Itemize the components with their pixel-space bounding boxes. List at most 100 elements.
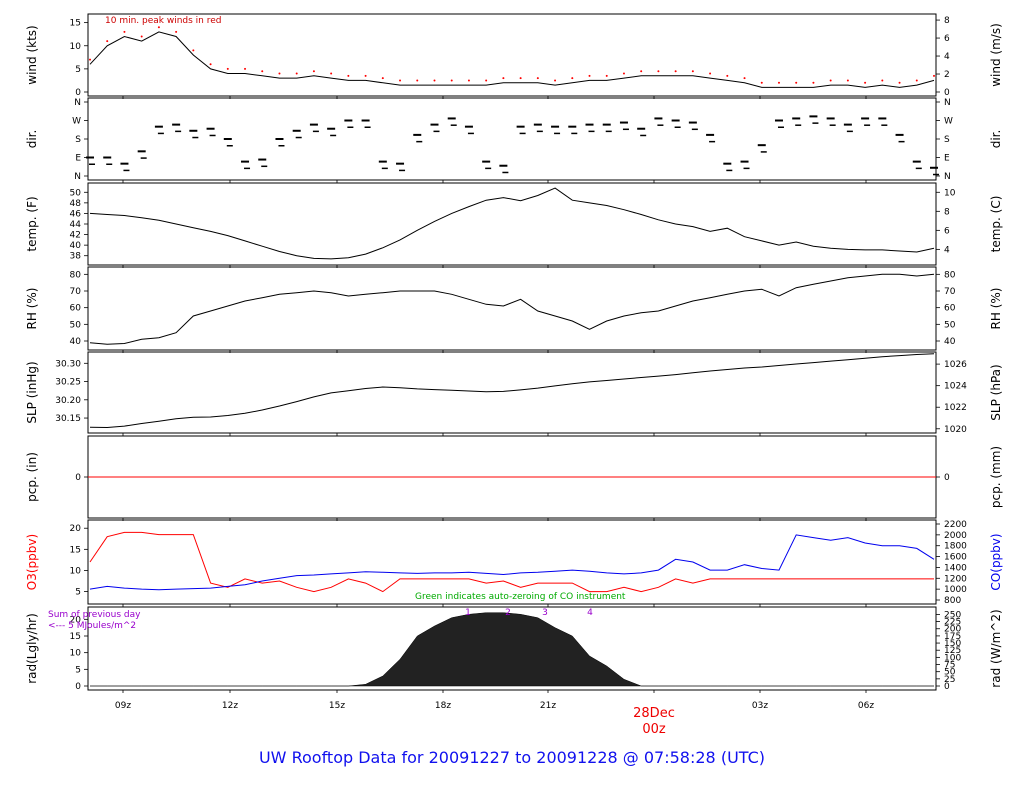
ylabel-right: pcp. (mm) bbox=[989, 446, 1003, 508]
peak-point bbox=[795, 81, 798, 84]
series-point bbox=[709, 140, 716, 143]
ylabel-right: CO(ppbv) bbox=[989, 533, 1003, 590]
ytick-label-left: 80 bbox=[70, 270, 82, 280]
ytick-label-right: 1022 bbox=[944, 403, 967, 413]
panel-slp bbox=[87, 351, 937, 434]
xtick-label: 09z bbox=[115, 701, 131, 711]
series-point bbox=[89, 163, 95, 165]
series-point bbox=[226, 145, 233, 147]
ylabel-left: wind (kts) bbox=[25, 25, 39, 84]
series-point bbox=[519, 132, 526, 135]
peak-point bbox=[812, 81, 815, 84]
series-point bbox=[399, 169, 406, 172]
peak-point bbox=[399, 79, 402, 82]
series-point bbox=[137, 150, 146, 153]
series-point bbox=[364, 126, 371, 128]
peak-point bbox=[450, 79, 453, 82]
series-point bbox=[688, 121, 697, 124]
rad-annotation-2: <--- 5 MJoules/m^2 bbox=[48, 621, 136, 631]
ytick-label-right: W bbox=[944, 117, 953, 127]
ytick-label-left: N bbox=[74, 98, 81, 108]
series-point bbox=[881, 124, 888, 126]
series-point bbox=[172, 123, 181, 126]
series-point bbox=[933, 173, 939, 176]
series-point bbox=[344, 119, 353, 122]
series-point bbox=[467, 132, 474, 135]
ytick-label-right: 2 bbox=[944, 70, 950, 80]
series-point bbox=[261, 165, 268, 168]
ytick-label-right: 2000 bbox=[944, 531, 967, 541]
ylabel-right: rad (W/m^2) bbox=[989, 609, 1003, 687]
ytick-label-left: 50 bbox=[70, 188, 82, 198]
ytick-label-left: 5 bbox=[75, 65, 81, 75]
peak-point bbox=[881, 79, 884, 82]
series-point bbox=[241, 160, 250, 163]
panel-dir bbox=[87, 97, 937, 181]
peak-point bbox=[743, 77, 746, 80]
series-line bbox=[89, 187, 935, 260]
series-point bbox=[140, 157, 147, 159]
series-point bbox=[416, 140, 423, 143]
series-point bbox=[327, 127, 336, 130]
series-point bbox=[554, 132, 561, 135]
series-point bbox=[568, 125, 577, 128]
ytick-label-right: 1000 bbox=[944, 585, 967, 595]
ytick-label-left: 10 bbox=[70, 649, 82, 659]
ytick-label-left: 5 bbox=[75, 588, 81, 598]
series-point bbox=[829, 124, 836, 126]
peak-point bbox=[226, 67, 229, 70]
ytick-label-left: 42 bbox=[70, 231, 81, 241]
series-point bbox=[585, 123, 594, 126]
series-point bbox=[571, 132, 578, 135]
series-point bbox=[637, 127, 646, 130]
series-point bbox=[86, 156, 94, 159]
marker-label: 3 bbox=[542, 608, 548, 618]
series-point bbox=[740, 160, 749, 163]
series-point bbox=[482, 160, 491, 163]
peak-point bbox=[364, 74, 367, 77]
ytick-label-left: 50 bbox=[70, 320, 82, 330]
ytick-label-right: 0 bbox=[944, 88, 950, 98]
peak-point bbox=[777, 81, 780, 84]
ytick-label-right: E bbox=[944, 154, 950, 164]
series-point bbox=[878, 117, 887, 120]
ylabel-right: wind (m/s) bbox=[989, 23, 1003, 87]
xtick-label: 03z bbox=[752, 701, 768, 711]
ytick-label-left: S bbox=[75, 135, 81, 145]
series-point bbox=[516, 125, 525, 128]
ytick-label-left: 10 bbox=[70, 566, 82, 576]
series-point bbox=[826, 117, 835, 120]
ytick-label-left: 40 bbox=[70, 241, 82, 251]
series-point bbox=[157, 132, 164, 135]
xtick-label: 18z bbox=[435, 701, 451, 711]
peak-point bbox=[829, 79, 832, 82]
peak-point bbox=[846, 79, 849, 82]
ytick-label-right: 1800 bbox=[944, 542, 967, 552]
panel-rh bbox=[87, 266, 937, 351]
ytick-label-left: 40 bbox=[70, 337, 82, 347]
ytick-label-left: N bbox=[74, 172, 81, 182]
ytick-label-right: 1200 bbox=[944, 574, 967, 584]
series-point bbox=[777, 126, 784, 128]
peak-point bbox=[588, 74, 591, 77]
ytick-label-left: 46 bbox=[70, 209, 82, 219]
series-o3 bbox=[89, 531, 934, 593]
series-point bbox=[843, 123, 852, 126]
ytick-label-right: 1024 bbox=[944, 382, 967, 392]
series-point bbox=[120, 162, 129, 165]
ytick-label-right: 2200 bbox=[944, 520, 967, 530]
series-point bbox=[244, 167, 251, 170]
series-point bbox=[915, 167, 922, 170]
series-point bbox=[464, 125, 473, 128]
peak-point bbox=[381, 77, 384, 80]
series-point bbox=[347, 126, 354, 128]
ytick-label-right: 1400 bbox=[944, 563, 967, 573]
series-point bbox=[536, 130, 543, 133]
ytick-label-right: 80 bbox=[944, 270, 956, 280]
series-point bbox=[674, 126, 681, 128]
series-point bbox=[726, 169, 733, 172]
ytick-label-left: 48 bbox=[70, 199, 82, 209]
series-point bbox=[258, 158, 267, 161]
peak-point bbox=[760, 81, 763, 84]
peak-point bbox=[674, 70, 677, 73]
